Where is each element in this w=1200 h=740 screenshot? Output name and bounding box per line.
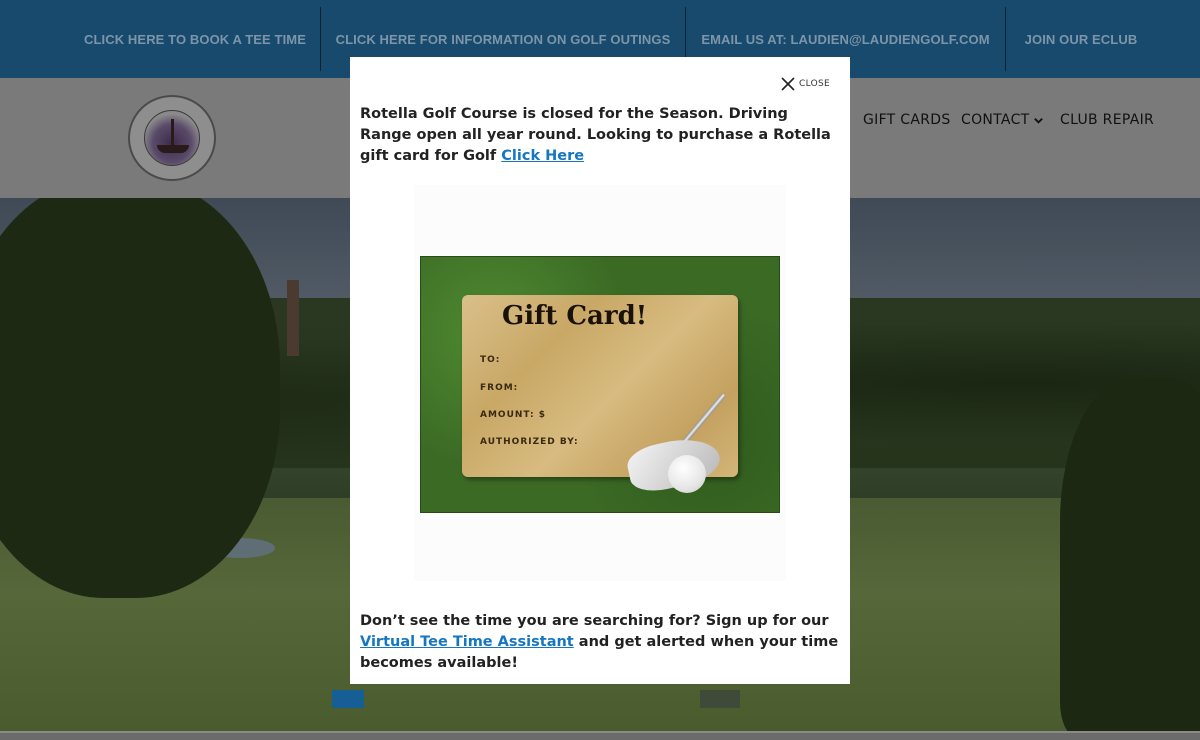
tee-time-notice: Don’t see the time you are searching for… <box>360 611 840 674</box>
gift-card-link[interactable]: Click Here <box>501 148 584 164</box>
chevron-down-icon <box>1033 117 1043 124</box>
nav-gift-cards[interactable]: GIFT CARDS <box>863 112 951 128</box>
logo-emblem <box>144 110 200 166</box>
gift-card-authorized: AUTHORIZED BY: <box>480 437 579 447</box>
gift-card-image: Gift Card! TO: FROM: AMOUNT: $ AUTHORIZE… <box>414 185 786 581</box>
gift-card-amount: AMOUNT: $ <box>480 410 547 420</box>
tee-time-text: Don’t see the time you are searching for… <box>360 613 829 629</box>
nav-club-repair[interactable]: CLUB REPAIR <box>1060 112 1154 128</box>
closure-notice-text: Rotella Golf Course is closed for the Se… <box>360 106 831 164</box>
gift-card-to: TO: <box>480 355 501 365</box>
golf-ball-icon <box>668 455 706 493</box>
close-button[interactable]: CLOSE <box>781 77 830 91</box>
announcement-modal: CLOSE Rotella Golf Course is closed for … <box>350 57 850 684</box>
close-icon <box>781 77 795 91</box>
close-label: CLOSE <box>799 79 830 89</box>
gift-card-from: FROM: <box>480 383 519 393</box>
nav-contact-label: CONTACT <box>961 112 1030 128</box>
slider-dot-active[interactable] <box>332 690 364 708</box>
virtual-tee-time-link[interactable]: Virtual Tee Time Assistant <box>360 634 574 650</box>
ship-logo-icon[interactable] <box>128 95 216 181</box>
gift-card-title: Gift Card! <box>502 301 648 331</box>
closure-notice: Rotella Golf Course is closed for the Se… <box>360 104 840 167</box>
nav-contact[interactable]: CONTACT <box>961 112 1044 128</box>
book-tee-time-link[interactable]: CLICK HERE TO BOOK A TEE TIME <box>0 7 320 71</box>
join-eclub-link[interactable]: JOIN OUR ECLUB <box>1006 7 1156 71</box>
slider-dot[interactable] <box>700 690 740 708</box>
